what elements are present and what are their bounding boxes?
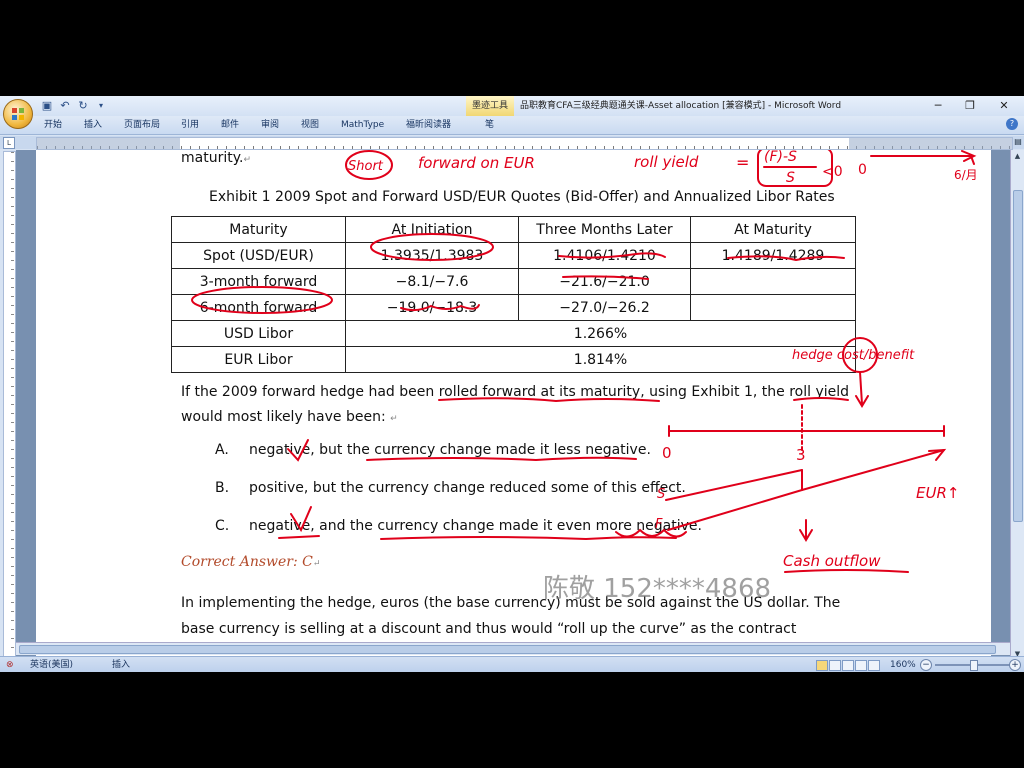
view-ruler-icon[interactable]: ▤ — [1013, 137, 1023, 147]
scroll-thumb[interactable] — [1013, 190, 1023, 522]
hscroll-thumb[interactable] — [19, 645, 996, 654]
zoom-level[interactable]: 160% — [890, 657, 916, 672]
tab-insert[interactable]: 插入 — [84, 116, 102, 134]
ink-side-number: 6/月 — [954, 168, 978, 182]
tab-view[interactable]: 视图 — [301, 116, 319, 134]
vertical-scrollbar[interactable]: ▲ ▼ — [1010, 150, 1024, 660]
ink-less-than: <0 — [822, 164, 843, 180]
underline-spot-3m — [558, 252, 666, 259]
save-icon[interactable]: ▣ — [40, 99, 54, 113]
underline-roll-yield — [793, 397, 849, 401]
tab-foxit-reader[interactable]: 福昕阅读器 — [406, 116, 451, 134]
ink-numerator: (F)-S — [764, 150, 797, 165]
draft-view-icon[interactable] — [868, 660, 880, 671]
ink-short: Short — [348, 159, 384, 174]
ink-zero: 0 — [858, 162, 867, 178]
tab-page-layout[interactable]: 页面布局 — [124, 116, 160, 134]
restore-button[interactable]: ❐ — [958, 96, 982, 116]
window-title: 品职教育CFA三级经典题通关课-Asset allocation [兼容模式] … — [520, 101, 842, 111]
ink-f-mark: F — [655, 517, 663, 532]
ink-denominator: S — [786, 170, 795, 186]
insert-mode-indicator[interactable]: 插入 — [112, 657, 130, 672]
cash-down-arrow — [799, 519, 813, 542]
check-c — [290, 506, 312, 533]
later-slope-arrow — [928, 448, 947, 461]
tab-review[interactable]: 审阅 — [261, 116, 279, 134]
customize-qat-icon[interactable]: ▾ — [94, 99, 108, 113]
title-bar: ▣ ↶ ↻ ▾ 墨迹工具 品职教育CFA三级经典题通关课-Asset alloc… — [0, 96, 1024, 116]
zoom-out-icon[interactable]: − — [920, 659, 932, 671]
ink-point-zero: 0 — [662, 444, 672, 462]
tab-mathtype[interactable]: MathType — [341, 116, 384, 134]
quick-access-toolbar: ▣ ↶ ↻ ▾ — [40, 98, 108, 114]
close-button[interactable]: ✕ — [992, 96, 1016, 116]
ribbon-tabs: 开始 插入 页面布局 引用 邮件 审阅 视图 MathType 福昕阅读器 笔 … — [0, 116, 1024, 135]
tab-selector-icon[interactable]: L — [3, 137, 15, 149]
full-screen-view-icon[interactable] — [829, 660, 841, 671]
six-month-circle — [191, 286, 333, 314]
minimize-button[interactable]: ─ — [926, 96, 950, 116]
ink-eur-note: EUR↑ — [916, 484, 959, 502]
ink-hedge-note: hedge cost/benefit — [792, 348, 915, 363]
document-page[interactable]: maturity.↵ Exhibit 1 2009 Spot and Forwa… — [36, 150, 991, 660]
tab-mailings[interactable]: 邮件 — [221, 116, 239, 134]
web-layout-view-icon[interactable] — [842, 660, 854, 671]
cash-underline — [784, 569, 909, 573]
ruler-row: L ▤ — [0, 136, 1024, 150]
scroll-up-icon[interactable]: ▲ — [1011, 150, 1024, 162]
redo-icon[interactable]: ↻ — [76, 99, 90, 113]
ink-s-mark: S — [657, 487, 665, 502]
status-bar: ⊗ 英语(美国) 插入 160% − + — [0, 656, 1024, 672]
ink-roll-yield: roll yield — [634, 153, 699, 171]
undo-icon[interactable]: ↶ — [58, 99, 72, 113]
document-area: maturity.↵ Exhibit 1 2009 Spot and Forwa… — [16, 150, 1010, 660]
zoom-slider-thumb[interactable] — [970, 660, 978, 671]
spellcheck-icon[interactable]: ⊗ — [6, 657, 14, 672]
underline-3m — [562, 275, 649, 280]
ink-top-arrow — [870, 150, 977, 165]
ink-cash-note: Cash outflow — [783, 552, 881, 570]
print-layout-view-icon[interactable] — [816, 660, 828, 671]
office-logo-icon — [12, 108, 24, 120]
ink-point-three: 3 — [796, 446, 806, 464]
office-button[interactable] — [3, 99, 33, 129]
underline-c-long — [380, 536, 677, 541]
underline-c — [278, 535, 320, 539]
ink-forward-note: forward on EUR — [418, 154, 535, 172]
tab-pen[interactable]: 笔 — [485, 116, 494, 134]
ink-tools-context-tab[interactable]: 墨迹工具 — [466, 96, 514, 116]
underline-a — [366, 456, 637, 462]
ink-annotations: Short forward on EUR roll yield = (F)-S … — [191, 150, 978, 573]
spot-initiation-circle — [370, 233, 494, 261]
outline-view-icon[interactable] — [855, 660, 867, 671]
horizontal-scrollbar[interactable] — [16, 642, 1010, 655]
underline-6m-init — [400, 304, 480, 312]
tab-home[interactable]: 开始 — [44, 116, 62, 134]
zoom-in-icon[interactable]: + — [1009, 659, 1021, 671]
underline-spot-mat — [727, 255, 845, 262]
squiggle-c — [615, 528, 687, 538]
horizontal-ruler[interactable] — [36, 137, 1013, 150]
underline-rolled — [438, 397, 660, 403]
vertical-ruler[interactable] — [3, 151, 16, 663]
word-window: ▣ ↶ ↻ ▾ 墨迹工具 品职教育CFA三级经典题通关课-Asset alloc… — [0, 96, 1024, 672]
help-icon[interactable]: ? — [1006, 118, 1018, 130]
language-indicator[interactable]: 英语(美国) — [30, 657, 73, 672]
ink-equals: = — [736, 153, 749, 172]
tab-references[interactable]: 引用 — [181, 116, 199, 134]
cost-down-arrow — [855, 371, 869, 408]
check-a — [287, 439, 309, 462]
